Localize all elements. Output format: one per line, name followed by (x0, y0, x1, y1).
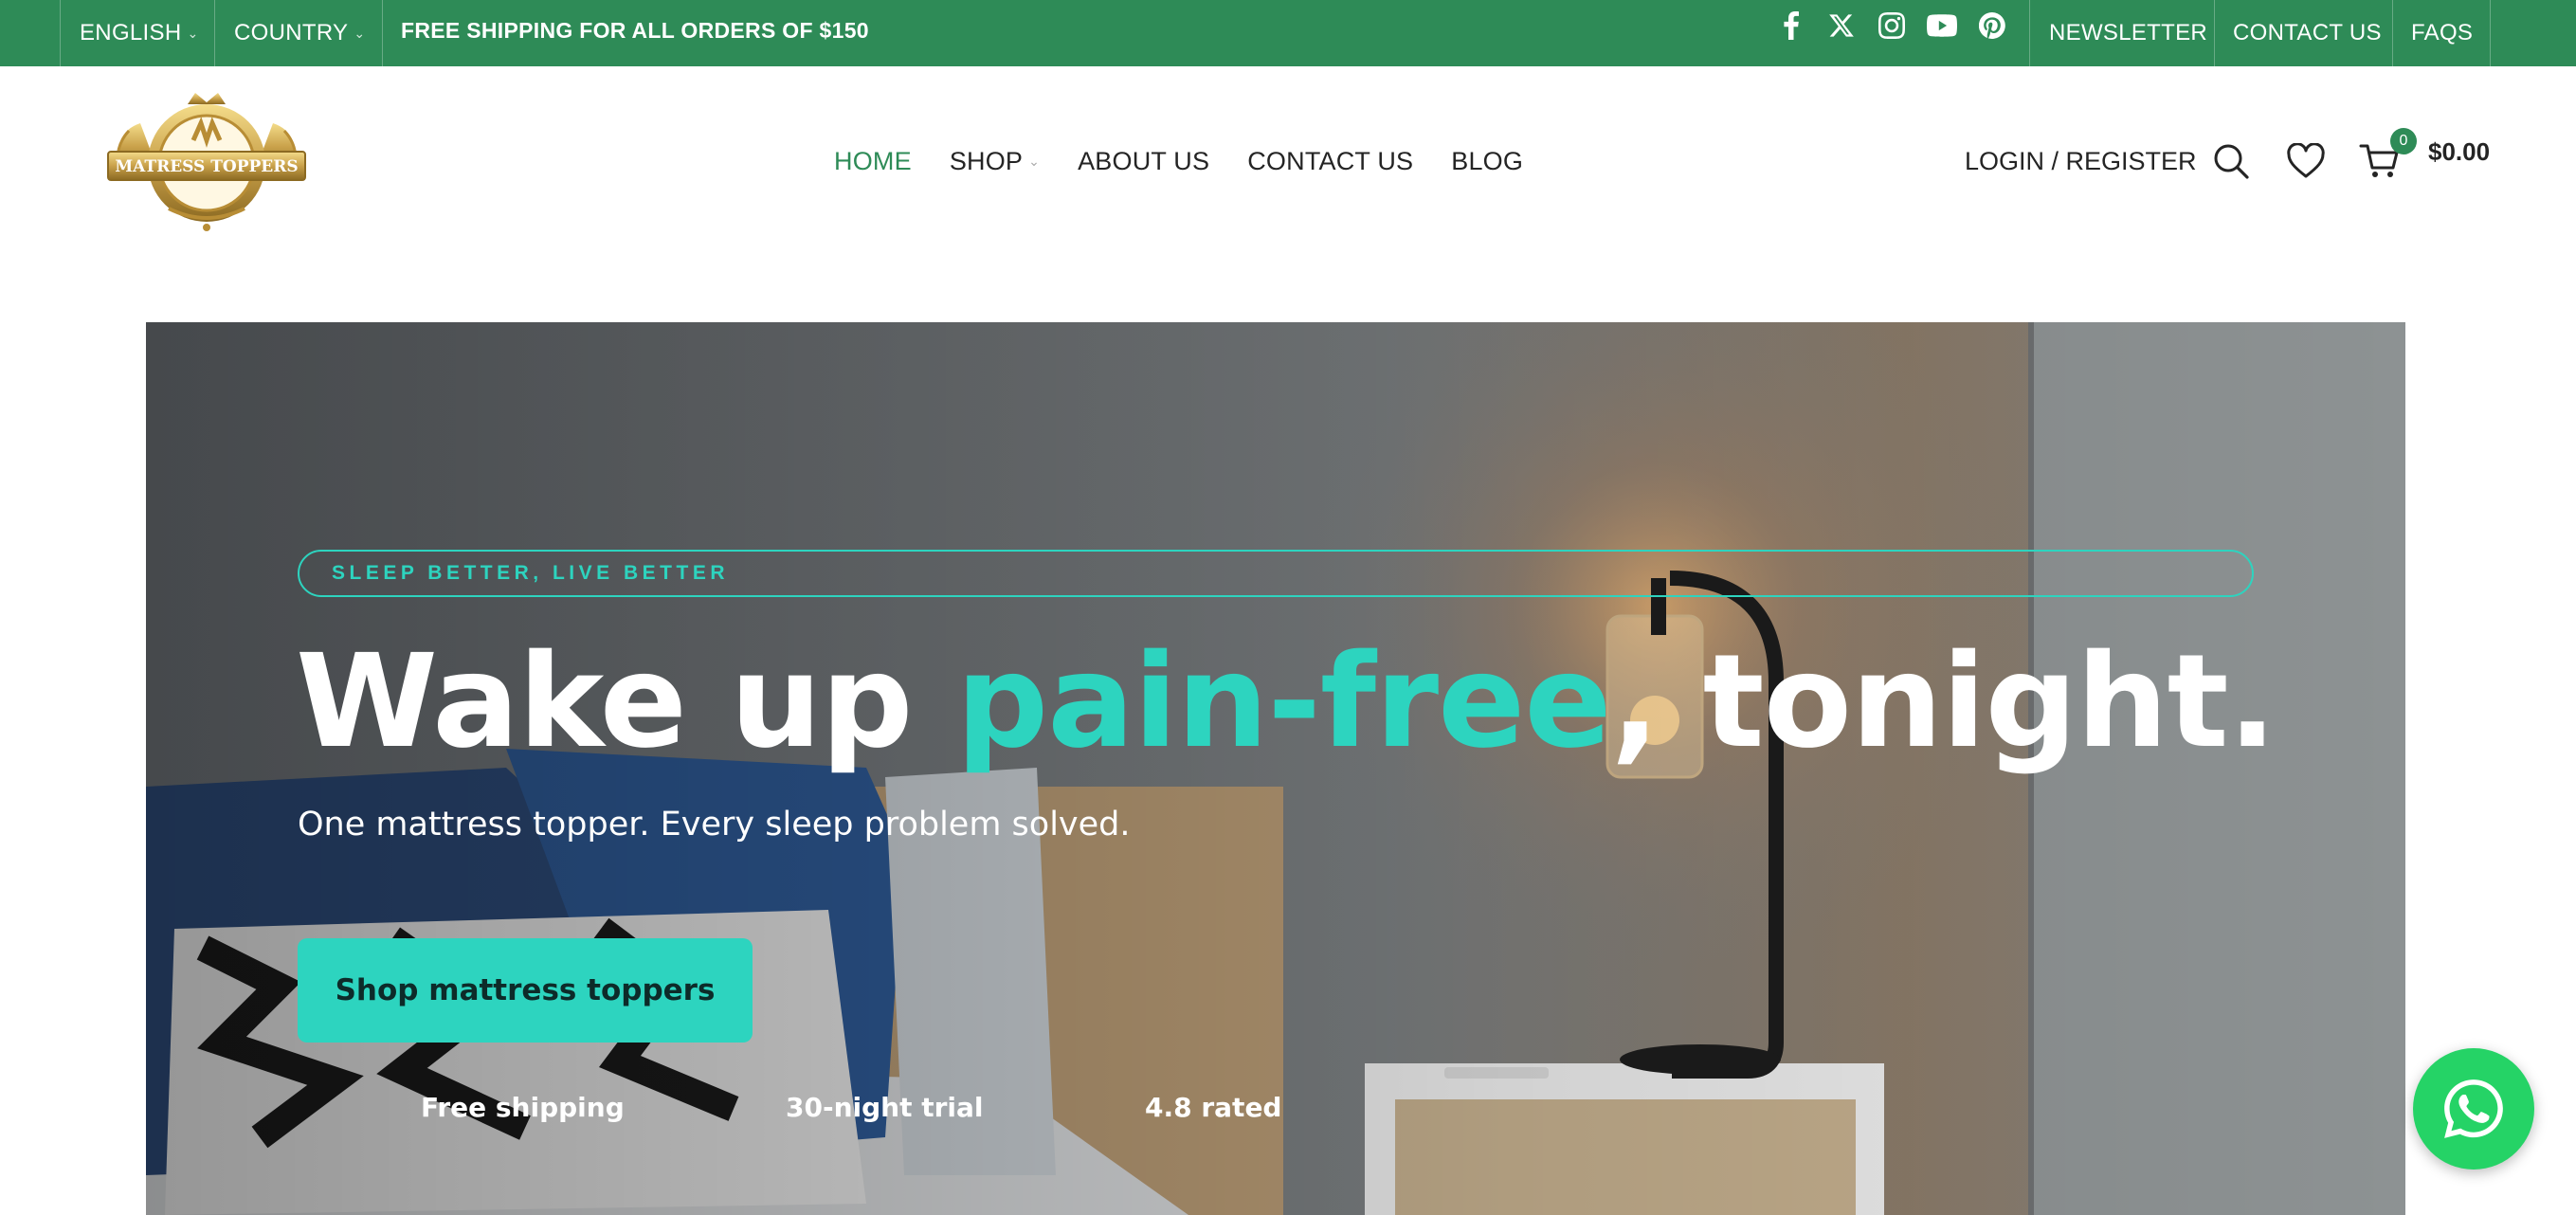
divider (2214, 0, 2215, 66)
nav-item-shop-label: SHOP (949, 146, 1024, 175)
site-header: MATRESS TOPPERS HOME SHOP ⌄ ABOUT US CON… (0, 66, 2576, 256)
divider (60, 0, 61, 66)
feature-rating: 4.8 rated (1145, 1092, 1282, 1123)
nav-item-about[interactable]: ABOUT US (1078, 147, 1209, 176)
hero-headline: Wake up pain-free, tonight. (296, 627, 2277, 777)
topbar-link-newsletter[interactable]: NEWSLETTER (2049, 0, 2207, 66)
headline-accent: pain-free (955, 627, 1612, 777)
whatsapp-icon (2444, 1079, 2503, 1138)
social-links (1775, 0, 2026, 51)
hero-tagline: SLEEP BETTER, LIVE BETTER (298, 550, 2254, 597)
shop-mattress-toppers-button[interactable]: Shop mattress toppers (298, 938, 753, 1043)
topbar-link-faqs[interactable]: FAQS (2411, 0, 2473, 66)
feature-free-shipping: Free shipping (421, 1092, 625, 1123)
main-nav: HOME SHOP ⌄ ABOUT US CONTACT US BLOG (834, 138, 1561, 184)
x-icon[interactable] (1825, 9, 1858, 42)
pinterest-icon[interactable] (1976, 9, 2008, 42)
chevron-down-icon: ⌄ (1028, 153, 1041, 169)
feature-trial: 30-night trial (786, 1092, 984, 1123)
youtube-icon[interactable] (1926, 9, 1958, 42)
login-register-link[interactable]: LOGIN / REGISTER (1965, 138, 2197, 184)
logo-text: MATRESS TOPPERS (115, 157, 298, 176)
nav-item-blog[interactable]: BLOG (1451, 147, 1523, 176)
nav-item-contact[interactable]: CONTACT US (1247, 147, 1413, 176)
promo-text: FREE SHIPPING FOR ALL ORDERS OF $150 (401, 17, 869, 43)
nav-item-shop[interactable]: SHOP ⌄ (950, 147, 1040, 176)
wishlist-heart-icon[interactable] (2279, 135, 2332, 188)
divider (382, 0, 383, 66)
language-label: ENGLISH (80, 20, 182, 45)
divider (2392, 0, 2393, 66)
cart-count-badge: 0 (2390, 128, 2417, 154)
facebook-icon[interactable] (1775, 9, 1807, 42)
divider (214, 0, 215, 66)
site-logo[interactable]: MATRESS TOPPERS (102, 85, 311, 237)
headline-part-2: , tonight. (1610, 627, 2277, 777)
instagram-icon[interactable] (1876, 9, 1908, 42)
hero-subline: One mattress topper. Every sleep problem… (298, 806, 1131, 843)
chevron-down-icon: ⌄ (354, 25, 366, 41)
country-label: COUNTRY (234, 20, 349, 45)
whatsapp-chat-button[interactable] (2413, 1048, 2534, 1170)
divider (2029, 0, 2030, 66)
cart-total[interactable]: $0.00 (2428, 137, 2490, 167)
search-icon[interactable] (2204, 135, 2258, 188)
country-selector[interactable]: COUNTRY ⌄ (234, 0, 365, 66)
divider (2490, 0, 2491, 66)
top-bar: ENGLISH ⌄ COUNTRY ⌄ FREE SHIPPING FOR AL… (0, 0, 2576, 66)
nav-item-home[interactable]: HOME (834, 147, 912, 176)
language-selector[interactable]: ENGLISH ⌄ (80, 0, 199, 66)
topbar-link-contact[interactable]: CONTACT US (2233, 0, 2382, 66)
chevron-down-icon: ⌄ (187, 25, 199, 41)
headline-part-1: Wake up (296, 627, 956, 777)
hero-banner: SLEEP BETTER, LIVE BETTER Wake up pain-f… (146, 322, 2405, 1215)
